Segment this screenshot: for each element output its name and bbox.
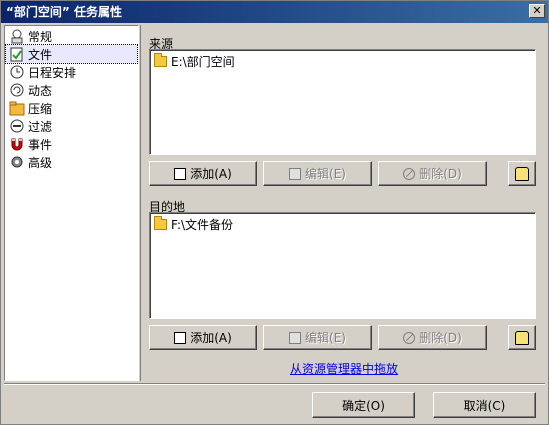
dynamic-icon <box>9 82 25 98</box>
destination-add-button[interactable]: 添加(A) <box>149 325 257 350</box>
new-document-icon <box>174 167 187 180</box>
destination-edit-button[interactable]: 编辑(E) <box>263 325 372 350</box>
sidebar-item-label: 高级 <box>28 155 53 170</box>
button-label: 添加(A) <box>190 331 232 345</box>
source-path: E:\部门空间 <box>171 54 235 69</box>
sidebar-item-event[interactable]: 事件 <box>6 135 137 153</box>
hand-icon <box>515 330 529 345</box>
magnet-icon <box>9 136 25 152</box>
destination-drag-button[interactable] <box>508 325 536 350</box>
sidebar-item-filter[interactable]: 过滤 <box>6 117 137 135</box>
sidebar-item-general[interactable]: 常规 <box>6 27 137 45</box>
button-label: 编辑(E) <box>305 167 346 181</box>
sidebar-item-schedule[interactable]: 日程安排 <box>6 63 137 81</box>
source-add-button[interactable]: 添加(A) <box>149 161 257 186</box>
sidebar-nav: 常规 文件 日程安排 动态 压缩 过滤 事件 高级 <box>4 25 139 381</box>
close-button[interactable]: ✕ <box>529 4 545 18</box>
folder-icon <box>154 52 167 67</box>
archive-icon <box>9 100 25 116</box>
delete-icon <box>403 167 416 180</box>
clock-icon <box>9 64 25 80</box>
sidebar-item-advanced[interactable]: 高级 <box>6 153 137 171</box>
sidebar-item-file[interactable]: 文件 <box>5 44 138 64</box>
file-icon <box>9 46 25 62</box>
delete-icon <box>403 331 416 344</box>
sidebar-item-label: 常规 <box>28 29 53 44</box>
sidebar-item-label: 文件 <box>28 47 53 62</box>
sidebar-item-dynamic[interactable]: 动态 <box>6 81 137 99</box>
source-delete-button[interactable]: 删除(D) <box>378 161 487 186</box>
destination-path: F:\文件备份 <box>171 217 234 232</box>
edit-icon <box>289 331 302 344</box>
filter-icon <box>9 118 25 134</box>
button-label: 确定(O) <box>342 398 385 413</box>
source-drag-button[interactable] <box>508 161 536 186</box>
footer-divider <box>4 383 545 385</box>
sidebar-item-label: 事件 <box>28 137 53 152</box>
source-edit-button[interactable]: 编辑(E) <box>263 161 372 186</box>
button-label: 编辑(E) <box>305 331 346 345</box>
window-title: “部门空间” 任务属性 <box>6 5 122 19</box>
list-item[interactable]: F:\文件备份 <box>154 215 531 232</box>
new-document-icon <box>174 331 187 344</box>
sidebar-item-label: 过滤 <box>28 119 53 134</box>
gear-icon <box>9 154 25 170</box>
list-item[interactable]: E:\部门空间 <box>154 52 531 69</box>
sidebar-item-compress[interactable]: 压缩 <box>6 99 137 117</box>
button-label: 删除(D) <box>419 167 462 181</box>
sidebar-item-label: 日程安排 <box>28 65 77 80</box>
general-icon <box>9 28 25 44</box>
folder-icon <box>154 215 167 230</box>
hand-icon <box>515 166 529 181</box>
task-properties-window: “部门空间” 任务属性 ✕ 常规 文件 日程安排 动态 压缩 过滤 事件 高级 … <box>0 0 549 425</box>
edit-icon <box>289 167 302 180</box>
sidebar-item-label: 动态 <box>28 83 53 98</box>
destination-delete-button[interactable]: 删除(D) <box>378 325 487 350</box>
ok-button[interactable]: 确定(O) <box>312 392 415 418</box>
source-list[interactable]: E:\部门空间 <box>149 49 536 155</box>
button-label: 添加(A) <box>190 167 232 181</box>
button-label: 删除(D) <box>419 331 462 345</box>
file-settings-panel: 来源 E:\部门空间 添加(A) 编辑(E) 删除(D) 目的地 F:\文件备份… <box>140 25 545 381</box>
cancel-button[interactable]: 取消(C) <box>433 392 536 418</box>
destination-list[interactable]: F:\文件备份 <box>149 212 536 319</box>
drag-from-explorer-link[interactable]: 从资源管理器中拖放 <box>290 360 398 377</box>
sidebar-item-label: 压缩 <box>28 101 53 116</box>
title-bar: “部门空间” 任务属性 ✕ <box>1 1 548 23</box>
button-label: 取消(C) <box>463 398 506 413</box>
